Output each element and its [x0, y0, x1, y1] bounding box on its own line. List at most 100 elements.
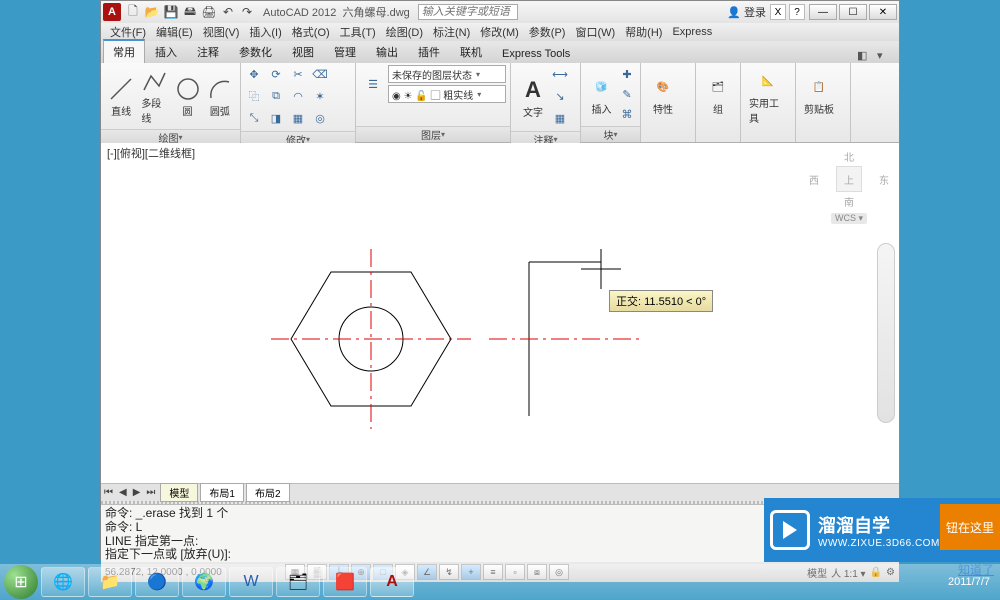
trim-icon[interactable]: ✂ — [289, 65, 307, 83]
menu-file[interactable]: 文件(F) — [105, 24, 151, 40]
qat-undo-icon[interactable]: ↶ — [220, 4, 236, 20]
close-button[interactable]: ✕ — [869, 4, 897, 20]
task-app1-icon[interactable]: 🟥 — [323, 567, 367, 597]
task-word-icon[interactable]: W — [229, 567, 273, 597]
qat-saveas-icon[interactable]: 🖴 — [182, 4, 198, 20]
viewport-label[interactable]: [-][俯视][二维线框] — [107, 145, 195, 161]
menu-modify[interactable]: 修改(M) — [475, 24, 524, 40]
rotate-icon[interactable]: ⟳ — [267, 65, 285, 83]
tab-insert[interactable]: 插入 — [145, 40, 187, 63]
tab-parametric[interactable]: 参数化 — [229, 40, 282, 63]
insert-block-button[interactable]: 🧊插入 — [585, 71, 618, 118]
task-ie-icon[interactable]: 🌐 — [41, 567, 85, 597]
copy-icon[interactable]: ⿻ — [245, 87, 263, 105]
login-link[interactable]: 👤 登录 — [727, 4, 766, 20]
qat-print-icon[interactable]: 🖨 — [201, 4, 217, 20]
erase-icon[interactable]: ⌫ — [311, 65, 329, 83]
line-button[interactable]: 直线 — [105, 73, 137, 120]
tab-home[interactable]: 常用 — [103, 39, 145, 63]
menu-help[interactable]: 帮助(H) — [620, 24, 667, 40]
ribbon-appearance-icon[interactable]: ◧ — [857, 49, 871, 63]
help-icon[interactable]: ? — [789, 4, 805, 20]
scale-icon[interactable]: ◨ — [267, 109, 285, 127]
tab-output[interactable]: 输出 — [366, 40, 408, 63]
wcs-label[interactable]: WCS ▾ — [831, 213, 867, 224]
maximize-button[interactable]: ☐ — [839, 4, 867, 20]
offset-icon[interactable]: ◎ — [311, 109, 329, 127]
task-media-icon[interactable]: 🔵 — [135, 567, 179, 597]
task-browser-icon[interactable]: 🌍 — [182, 567, 226, 597]
current-layer-combo[interactable]: ◉ ☀ 🔓 ▢ 粗实线 — [388, 85, 506, 103]
properties-button[interactable]: 🎨特性 — [645, 71, 681, 118]
task-explorer-icon[interactable]: 📁 — [88, 567, 132, 597]
sheet-layout2[interactable]: 布局2 — [246, 483, 290, 502]
panel-title-layer[interactable]: 图层 — [356, 126, 510, 142]
sheet-first-icon[interactable]: ⏮ — [101, 487, 116, 498]
menu-express[interactable]: Express — [667, 26, 717, 38]
tab-annotate[interactable]: 注释 — [187, 40, 229, 63]
menu-edit[interactable]: 编辑(E) — [151, 24, 198, 40]
qat-redo-icon[interactable]: ↷ — [239, 4, 255, 20]
tab-manage[interactable]: 管理 — [324, 40, 366, 63]
menu-draw[interactable]: 绘图(D) — [381, 24, 428, 40]
circle-button[interactable]: 圆 — [171, 73, 203, 120]
windows-taskbar: 🌐 📁 🔵 🌍 W 🗂 🟥 A 2011/7/7 — [0, 564, 1000, 600]
menu-tools[interactable]: 工具(T) — [335, 24, 381, 40]
panel-title-block[interactable]: 块 — [581, 126, 640, 142]
move-icon[interactable]: ✥ — [245, 65, 263, 83]
polyline-button[interactable]: 多段线 — [137, 65, 171, 127]
menu-format[interactable]: 格式(O) — [287, 24, 335, 40]
help-search-input[interactable] — [418, 4, 518, 20]
clipboard-button[interactable]: 📋剪贴板 — [800, 71, 838, 118]
menu-dim[interactable]: 标注(N) — [428, 24, 475, 40]
table-icon[interactable]: ▦ — [551, 109, 569, 127]
attr-icon[interactable]: ⌘ — [618, 106, 636, 124]
exchange-icon[interactable]: X — [770, 4, 786, 20]
sheet-model[interactable]: 模型 — [160, 483, 198, 502]
menu-param[interactable]: 参数(P) — [524, 24, 571, 40]
menu-window[interactable]: 窗口(W) — [570, 24, 620, 40]
side-hint-badge: 钮在这里 — [940, 504, 1000, 550]
ribbon-help-icon[interactable]: ▾ — [877, 49, 891, 63]
leader-icon[interactable]: ↘ — [551, 87, 569, 105]
dim-linear-icon[interactable]: ⟷ — [551, 65, 569, 83]
qat-save-icon[interactable]: 💾 — [163, 4, 179, 20]
drawing-area[interactable]: [-][俯视][二维线框] 北 西上东 南 WCS ▾ — [101, 143, 899, 483]
play-icon — [770, 510, 810, 550]
task-autocad-icon[interactable]: A — [370, 567, 414, 597]
arc-button[interactable]: 圆弧 — [204, 73, 236, 120]
sheet-prev-icon[interactable]: ◀ — [116, 487, 130, 498]
navigation-bar[interactable] — [877, 243, 895, 423]
array-icon[interactable]: ▦ — [289, 109, 307, 127]
app-logo[interactable]: A — [103, 3, 121, 21]
tab-plugins[interactable]: 插件 — [408, 40, 450, 63]
dynamic-input-tooltip: 正交: 11.5510 < 0° — [609, 290, 713, 312]
qat-new-icon[interactable]: 🗋 — [125, 4, 141, 20]
tray-clock[interactable]: 2011/7/7 — [948, 576, 996, 588]
menu-insert[interactable]: 插入(I) — [244, 24, 286, 40]
start-button[interactable] — [4, 565, 38, 599]
tab-view[interactable]: 视图 — [282, 40, 324, 63]
menu-view[interactable]: 视图(V) — [198, 24, 245, 40]
sheet-layout1[interactable]: 布局1 — [200, 483, 244, 502]
edit-block-icon[interactable]: ✎ — [618, 86, 636, 104]
stretch-icon[interactable]: ⤡ — [245, 109, 263, 127]
view-cube[interactable]: 北 西上东 南 WCS ▾ — [809, 149, 889, 224]
fillet-icon[interactable]: ◠ — [289, 87, 307, 105]
mirror-icon[interactable]: ⧉ — [267, 87, 285, 105]
menu-bar: 文件(F) 编辑(E) 视图(V) 插入(I) 格式(O) 工具(T) 绘图(D… — [101, 23, 899, 41]
text-button[interactable]: A文字 — [515, 74, 551, 121]
minimize-button[interactable]: — — [809, 4, 837, 20]
sheet-next-icon[interactable]: ▶ — [130, 487, 144, 498]
tab-express[interactable]: Express Tools — [492, 44, 580, 63]
group-button[interactable]: 🗂组 — [700, 71, 736, 118]
layer-state-combo[interactable]: 未保存的图层状态 — [388, 65, 506, 83]
explode-icon[interactable]: ✶ — [311, 87, 329, 105]
qat-open-icon[interactable]: 📂 — [144, 4, 160, 20]
task-folder-icon[interactable]: 🗂 — [276, 567, 320, 597]
layer-props-icon[interactable]: ☰ — [360, 71, 386, 97]
sheet-last-icon[interactable]: ⏭ — [143, 487, 158, 498]
tab-online[interactable]: 联机 — [450, 40, 492, 63]
utilities-button[interactable]: 📐实用工具 — [745, 65, 791, 127]
create-block-icon[interactable]: ✚ — [618, 66, 636, 84]
